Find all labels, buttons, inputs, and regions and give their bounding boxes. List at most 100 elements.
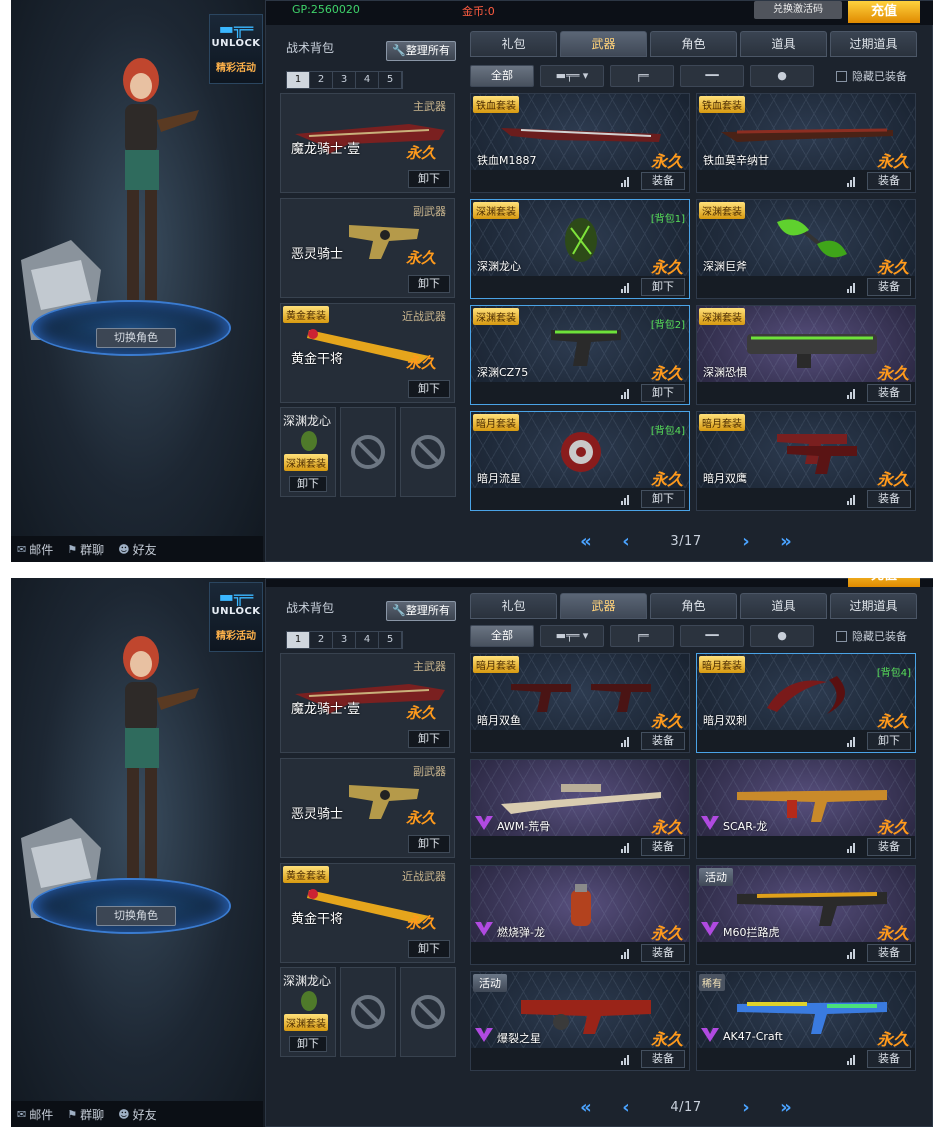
mail-button[interactable]: ✉ 邮件 (17, 1106, 53, 1123)
equip-button[interactable]: 装备 (641, 172, 685, 190)
grenade-slot[interactable]: 深渊龙心 深渊套装 卸下 (280, 967, 336, 1057)
filter-rifle[interactable]: ▬╤═ ▾ (540, 625, 604, 647)
primary-weapon-slot[interactable]: 主武器 魔龙骑士·壹 永久 卸下 (280, 93, 455, 193)
weapon-card[interactable]: AWM-荒骨 永久 装备 (470, 759, 690, 859)
bag-page-5[interactable]: 5 (379, 632, 402, 648)
bag-page-3[interactable]: 3 (333, 72, 356, 88)
tab-roles[interactable]: 角色 (650, 31, 737, 57)
friends-button[interactable]: ☻ 好友 (118, 541, 156, 558)
unequip-button[interactable]: 卸下 (408, 275, 450, 293)
unlock-event-banner[interactable]: ▬╦═ UNLOCK 精彩活动 (209, 582, 263, 652)
bag-page-1[interactable]: 1 (287, 632, 310, 648)
equip-button[interactable]: 装备 (641, 732, 685, 750)
weapon-card[interactable]: 稀有 AK47-Craft 永久 装备 (696, 971, 916, 1071)
tab-roles[interactable]: 角色 (650, 593, 737, 619)
unequip-button[interactable]: 卸下 (641, 384, 685, 402)
group-chat-button[interactable]: ⚑ 群聊 (67, 541, 104, 558)
filter-pistol[interactable]: ╒═ (610, 625, 674, 647)
mail-button[interactable]: ✉ 邮件 (17, 541, 53, 558)
unequip-button[interactable]: 卸下 (289, 476, 327, 492)
weapon-card[interactable]: 暗月套装 [背包4] 暗月流星 永久 卸下 (470, 411, 690, 511)
secondary-weapon-slot[interactable]: 副武器 恶灵骑士 永久 卸下 (280, 758, 455, 858)
grenade-slot[interactable]: 深渊龙心 深渊套装 卸下 (280, 407, 336, 497)
filter-all[interactable]: 全部 (470, 625, 534, 647)
weapon-card[interactable]: 暗月套装 暗月双鹰 永久 装备 (696, 411, 916, 511)
redeem-code-button[interactable]: 兑换激活码 (754, 1, 842, 19)
weapon-card[interactable]: 深渊套装 深渊巨斧 永久 装备 (696, 199, 916, 299)
weapon-card[interactable]: 铁血套装 铁血M1887 永久 装备 (470, 93, 690, 193)
last-page-icon[interactable]: » (766, 531, 806, 552)
equip-button[interactable]: 装备 (641, 1050, 685, 1068)
unequip-button[interactable]: 卸下 (408, 380, 450, 398)
weapon-card[interactable]: 铁血套装 铁血莫辛纳甘 永久 装备 (696, 93, 916, 193)
unequip-button[interactable]: 卸下 (408, 730, 450, 748)
filter-rifle[interactable]: ▬╤═ ▾ (540, 65, 604, 87)
equip-button[interactable]: 装备 (867, 278, 911, 296)
hide-equipped-toggle[interactable]: 隐藏已装备 (836, 68, 907, 84)
tab-items[interactable]: 道具 (740, 31, 827, 57)
bag-page-2[interactable]: 2 (310, 632, 333, 648)
prev-page-icon[interactable]: ‹ (606, 531, 646, 552)
equip-button[interactable]: 装备 (641, 838, 685, 856)
unequip-button[interactable]: 卸下 (408, 835, 450, 853)
tab-weapons[interactable]: 武器 (560, 593, 647, 619)
tab-expired[interactable]: 过期道具 (830, 593, 917, 619)
primary-weapon-slot[interactable]: 主武器 魔龙骑士·壹 永久 卸下 (280, 653, 455, 753)
next-page-icon[interactable]: › (726, 531, 766, 552)
filter-grenade[interactable]: ● (750, 625, 814, 647)
weapon-card[interactable]: 深渊套装 [背包1] 深渊龙心 永久 卸下 (470, 199, 690, 299)
prev-page-icon[interactable]: ‹ (606, 1097, 646, 1118)
tab-gift[interactable]: 礼包 (470, 31, 557, 57)
weapon-card[interactable]: 燃烧弹-龙 永久 装备 (470, 865, 690, 965)
bag-page-4[interactable]: 4 (356, 632, 379, 648)
tab-gift[interactable]: 礼包 (470, 593, 557, 619)
friends-button[interactable]: ☻ 好友 (118, 1106, 156, 1123)
unequip-button[interactable]: 卸下 (289, 1036, 327, 1052)
weapon-card[interactable]: 活动 M60拦路虎 永久 装备 (696, 865, 916, 965)
recharge-button[interactable]: 充值 (848, 578, 920, 587)
melee-weapon-slot[interactable]: 黄金套装 近战武器 黄金干将 永久 卸下 (280, 303, 455, 403)
bag-page-3[interactable]: 3 (333, 632, 356, 648)
checkbox[interactable] (836, 630, 847, 642)
unequip-button[interactable]: 卸下 (408, 940, 450, 958)
sort-all-button[interactable]: 🔧整理所有 (386, 41, 456, 61)
equip-button[interactable]: 装备 (641, 944, 685, 962)
bag-page-1[interactable]: 1 (287, 72, 310, 88)
filter-melee[interactable]: ━━ (680, 65, 744, 87)
tab-weapons[interactable]: 武器 (560, 31, 647, 57)
filter-all[interactable]: 全部 (470, 65, 534, 87)
equip-button[interactable]: 装备 (867, 1050, 911, 1068)
tab-items[interactable]: 道具 (740, 593, 827, 619)
filter-melee[interactable]: ━━ (680, 625, 744, 647)
tab-expired[interactable]: 过期道具 (830, 31, 917, 57)
unequip-button[interactable]: 卸下 (408, 170, 450, 188)
weapon-card[interactable]: 深渊套装 深渊恐惧 永久 装备 (696, 305, 916, 405)
recharge-button[interactable]: 充值 (848, 1, 920, 23)
weapon-card[interactable]: 深渊套装 [背包2] 深渊CZ75 永久 卸下 (470, 305, 690, 405)
equip-button[interactable]: 装备 (867, 944, 911, 962)
weapon-card[interactable]: 暗月套装 [背包4] 暗月双刺 永久 卸下 (696, 653, 916, 753)
next-page-icon[interactable]: › (726, 1097, 766, 1118)
unequip-button[interactable]: 卸下 (641, 490, 685, 508)
first-page-icon[interactable]: « (566, 1097, 606, 1118)
sort-all-button[interactable]: 🔧整理所有 (386, 601, 456, 621)
first-page-icon[interactable]: « (566, 531, 606, 552)
equip-button[interactable]: 装备 (867, 172, 911, 190)
unequip-button[interactable]: 卸下 (641, 278, 685, 296)
switch-role-button[interactable]: 切换角色 (96, 906, 176, 926)
checkbox[interactable] (836, 70, 847, 82)
unlock-event-banner[interactable]: ▬╦═ UNLOCK 精彩活动 (209, 14, 263, 84)
melee-weapon-slot[interactable]: 黄金套装 近战武器 黄金干将 永久 卸下 (280, 863, 455, 963)
weapon-card[interactable]: 活动 爆裂之星 永久 装备 (470, 971, 690, 1071)
weapon-card[interactable]: SCAR-龙 永久 装备 (696, 759, 916, 859)
equip-button[interactable]: 装备 (867, 384, 911, 402)
filter-grenade[interactable]: ● (750, 65, 814, 87)
equip-button[interactable]: 装备 (867, 490, 911, 508)
secondary-weapon-slot[interactable]: 副武器 恶灵骑士 永久 卸下 (280, 198, 455, 298)
filter-pistol[interactable]: ╒═ (610, 65, 674, 87)
equip-button[interactable]: 装备 (867, 838, 911, 856)
bag-page-5[interactable]: 5 (379, 72, 402, 88)
last-page-icon[interactable]: » (766, 1097, 806, 1118)
hide-equipped-toggle[interactable]: 隐藏已装备 (836, 628, 907, 644)
group-chat-button[interactable]: ⚑ 群聊 (67, 1106, 104, 1123)
